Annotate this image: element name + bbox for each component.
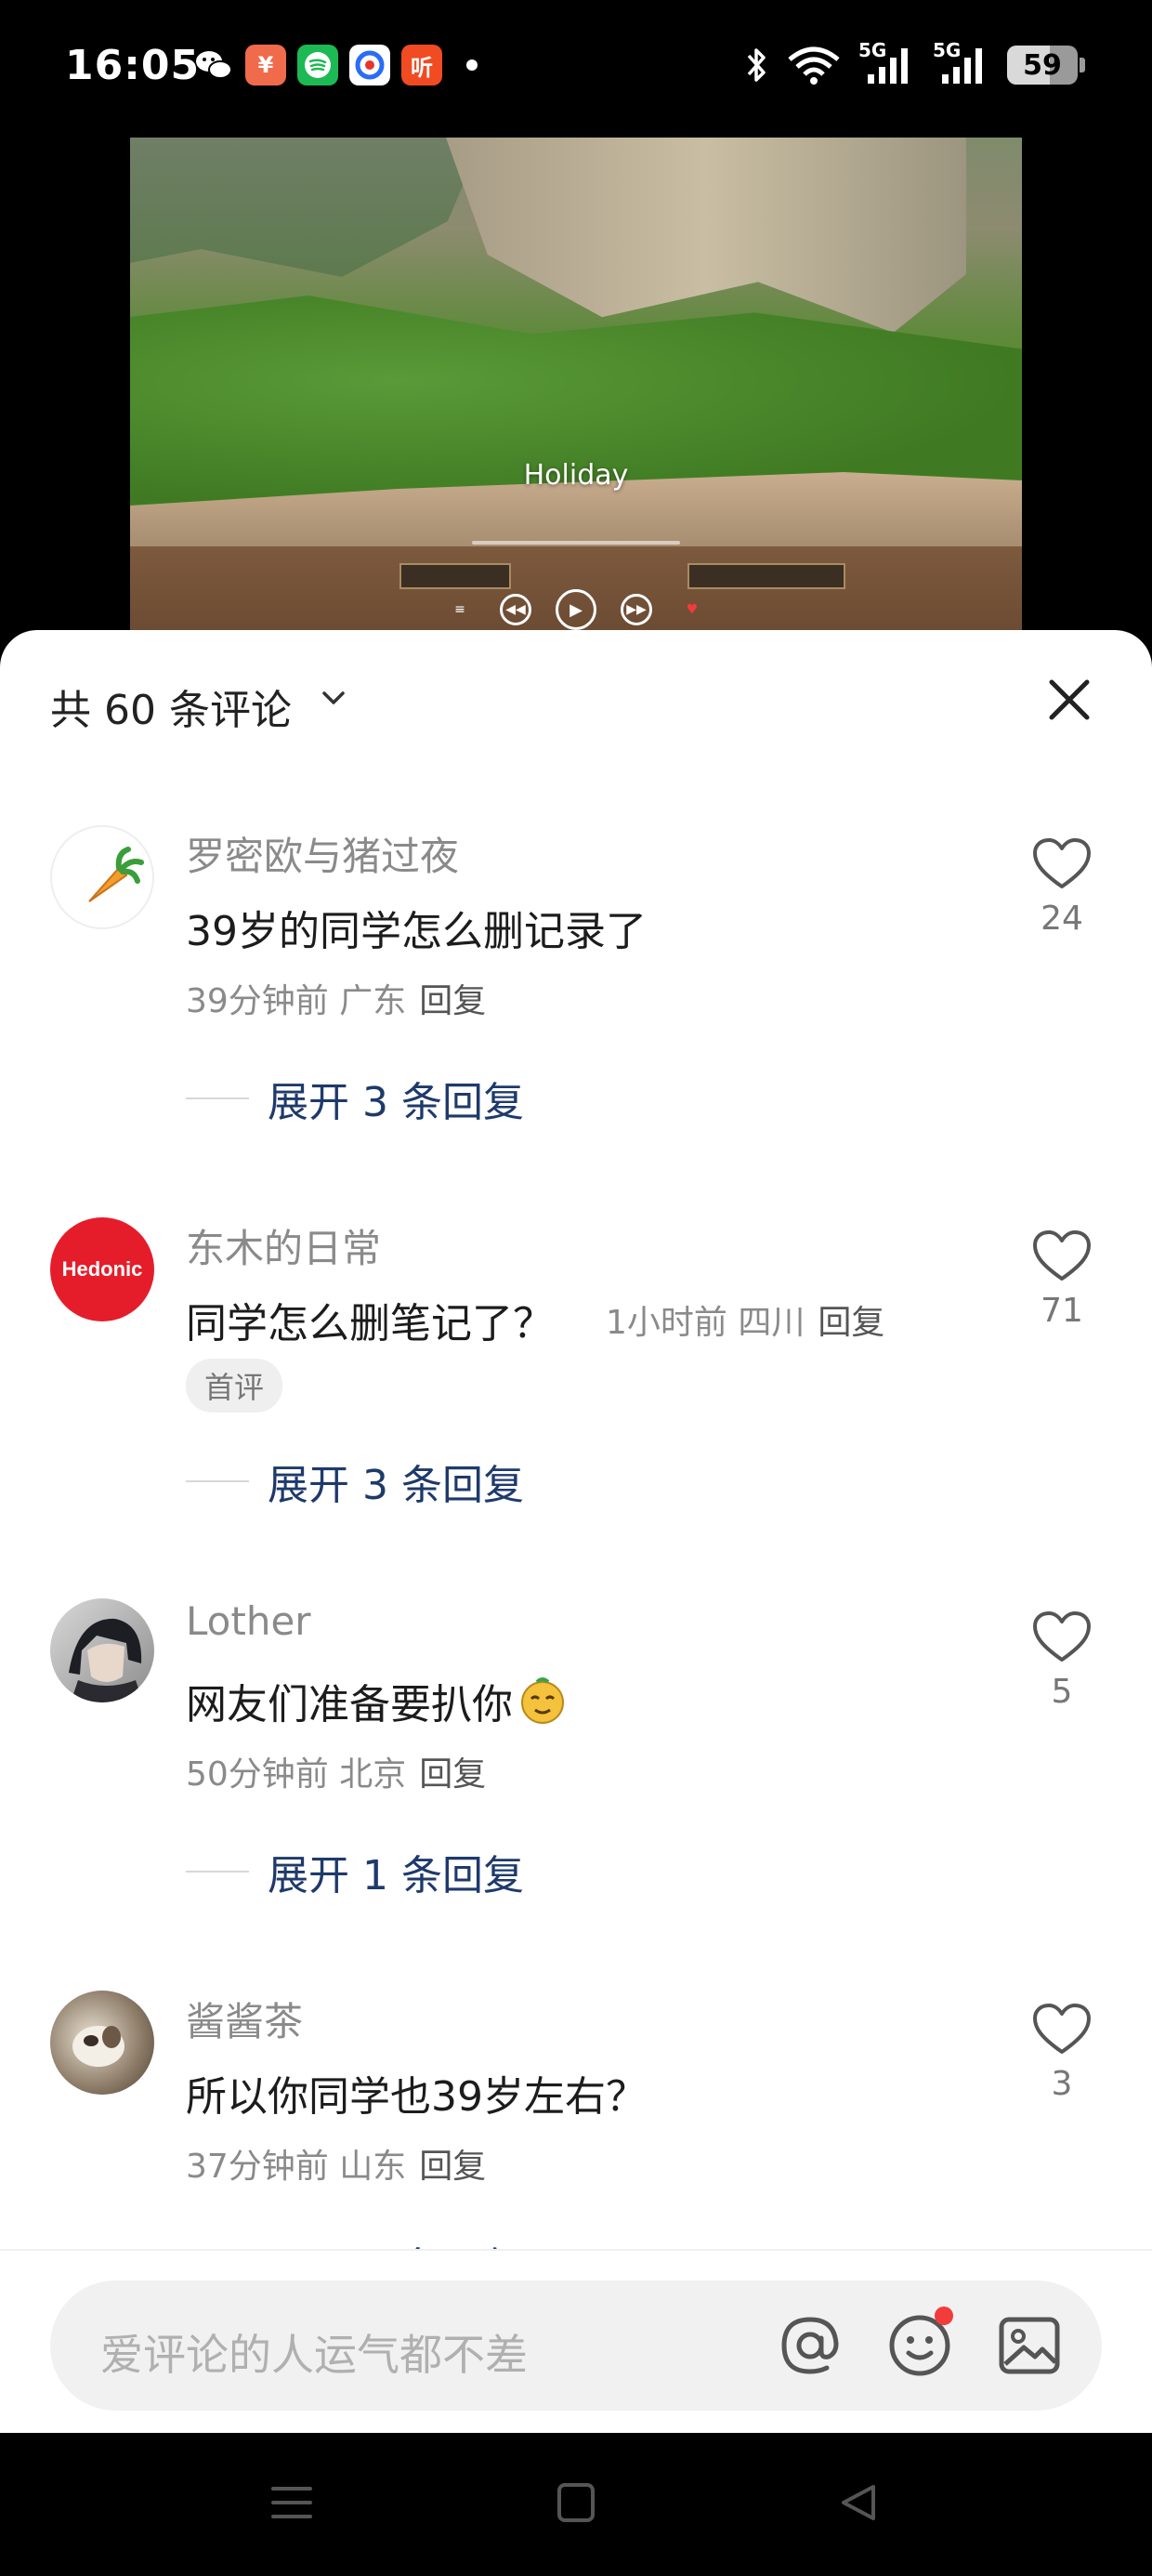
divider — [186, 1480, 249, 1482]
comment-text: 同学怎么删笔记了？ — [186, 1300, 554, 1347]
like-count: 71 — [1041, 1292, 1083, 1330]
comment-text: 网友们准备要扒你 — [186, 1681, 513, 1728]
reply-button[interactable]: 回复 — [818, 1304, 884, 1342]
comment-username[interactable]: 酱酱茶 — [186, 1991, 303, 2047]
comment-time-location: 1小时前 四川 — [606, 1304, 805, 1342]
heart-small-icon[interactable]: ♥ — [676, 594, 708, 625]
sheet-header: 共 60 条评论 — [0, 630, 1152, 779]
like-count: 3 — [1051, 2065, 1073, 2103]
home-icon[interactable] — [556, 2481, 596, 2524]
signal-strength-icon-2: 5G — [933, 39, 990, 85]
like-button[interactable]: 3 — [1020, 2002, 1104, 2103]
yen-app-icon: ¥ — [245, 45, 286, 85]
reply-button[interactable]: 回复 — [419, 982, 486, 1020]
comment-username[interactable]: 罗密欧与猪过夜 — [186, 825, 459, 882]
like-count: 5 — [1051, 1673, 1073, 1711]
comment-time-location: 37分钟前 山东 — [186, 2148, 407, 2186]
like-count: 24 — [1041, 900, 1083, 938]
comment-meta: 50分钟前 北京 回复 — [186, 1747, 486, 1795]
expand-replies-label: 展开 3 条回复 — [268, 1462, 524, 1509]
comment-username[interactable]: Lother — [186, 1598, 311, 1644]
comment-meta: 1小时前 四川 回复 — [606, 1295, 884, 1344]
back-icon[interactable] — [836, 2481, 881, 2524]
fast-forward-icon[interactable]: ▶▶ — [621, 594, 652, 625]
heart-icon — [1033, 2004, 1091, 2054]
notification-dot — [935, 2307, 953, 2325]
ting-app-icon: 听 — [401, 45, 442, 85]
menu-icon[interactable] — [269, 2481, 314, 2524]
avatar-logo-text: Hedonic — [61, 1257, 143, 1281]
heart-icon — [1033, 1611, 1091, 1662]
play-icon[interactable]: ▶ — [556, 589, 596, 630]
heart-icon — [1033, 838, 1091, 888]
video-progress-bar[interactable] — [472, 541, 680, 545]
divider — [186, 1097, 249, 1099]
comment-text-row: 网友们准备要扒你 — [186, 1671, 569, 1730]
close-icon[interactable] — [1046, 677, 1093, 723]
divider — [186, 1871, 249, 1873]
spotify-icon — [297, 45, 338, 85]
reply-button[interactable]: 回复 — [419, 1755, 486, 1794]
video-controls: ≡ ◀◀ ▶ ▶▶ ♥ — [130, 589, 1022, 630]
like-button[interactable]: 71 — [1020, 1229, 1104, 1330]
like-button[interactable]: 5 — [1020, 1610, 1104, 1711]
battery-indicator: 59 — [1007, 46, 1085, 85]
heart-icon — [1033, 1230, 1091, 1281]
carrot-avatar[interactable] — [50, 825, 154, 929]
hedonic-avatar[interactable]: Hedonic — [50, 1217, 154, 1321]
comment-text: 39岁的同学怎么删记录了 — [186, 908, 647, 955]
screen: 16:05 ¥ 听 5G 5G 59 Holiday ≡ ◀◀ ▶ ▶▶ ♥ 共… — [0, 0, 1152, 2576]
emoji-button[interactable] — [884, 2307, 955, 2381]
comment-count-title[interactable]: 共 60 条评论 — [50, 677, 292, 736]
video-player[interactable]: Holiday ≡ ◀◀ ▶ ▶▶ ♥ — [130, 138, 1022, 639]
rewind-icon[interactable]: ◀◀ — [500, 594, 531, 625]
battery-level: 59 — [1023, 48, 1062, 82]
comment-input-placeholder: 爱评论的人运气都不差 — [100, 2330, 528, 2380]
bluetooth-icon — [747, 48, 766, 82]
expand-replies-button[interactable]: 展开 3 条回复 — [186, 1069, 524, 1128]
comment-username[interactable]: 东木的日常 — [186, 1217, 381, 1274]
cat-avatar[interactable] — [50, 1991, 154, 2095]
more-notifications-dot — [466, 59, 478, 71]
first-comment-badge: 首评 — [186, 1359, 283, 1413]
sly-face-emoji-icon — [521, 1677, 564, 1724]
baidu-app-icon — [349, 45, 390, 85]
comment-input[interactable]: 爱评论的人运气都不差 — [50, 2280, 1102, 2411]
like-button[interactable]: 24 — [1020, 836, 1104, 938]
signal-strength-icon: 5G — [858, 39, 916, 85]
video-title: Holiday — [523, 459, 629, 492]
expand-replies-label: 展开 3 条回复 — [268, 1079, 524, 1126]
comment-text: 所以你同学也39岁左右？ — [186, 2073, 647, 2121]
status-app-icons: ¥ 听 — [193, 45, 478, 85]
image-icon[interactable] — [994, 2310, 1065, 2381]
comment-time-location: 39分钟前 广东 — [186, 982, 407, 1020]
comment-time-location: 50分钟前 北京 — [186, 1755, 407, 1794]
chevron-down-icon[interactable] — [318, 682, 349, 714]
wifi-icon — [788, 46, 840, 85]
comment-meta: 39分钟前 广东 回复 — [186, 974, 486, 1022]
expand-replies-button[interactable]: 展开 3 条回复 — [186, 1452, 524, 1511]
comment-input-bar: 爱评论的人运气都不差 — [0, 2249, 1152, 2433]
playlist-icon[interactable]: ≡ — [444, 594, 476, 625]
expand-replies-button[interactable]: 展开 1 条回复 — [186, 1842, 524, 1901]
mention-icon[interactable] — [775, 2310, 845, 2381]
status-indicators: 5G 5G 59 — [743, 39, 1085, 85]
status-time: 16:05 — [65, 42, 201, 89]
comment-sheet: 共 60 条评论 罗密欧与猪过夜 39岁的同学怎么删记录了 39分钟前 广东 回复… — [0, 630, 1152, 2433]
comment-meta: 37分钟前 山东 回复 — [186, 2139, 486, 2188]
system-nav-bar — [0, 2433, 1152, 2576]
anime-boy-avatar[interactable] — [50, 1598, 154, 1702]
wechat-icon — [196, 51, 232, 79]
reply-button[interactable]: 回复 — [419, 2148, 486, 2186]
expand-replies-label: 展开 1 条回复 — [268, 1852, 524, 1899]
status-bar: 16:05 ¥ 听 5G 5G 59 — [0, 0, 1152, 135]
